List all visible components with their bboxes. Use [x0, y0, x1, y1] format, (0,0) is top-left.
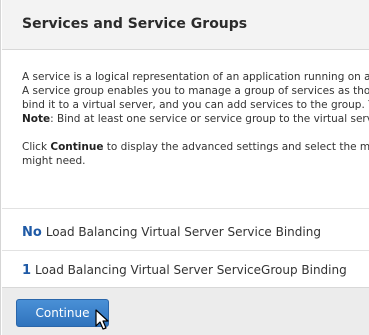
servicegroup-binding-label[interactable]: Load Balancing Virtual Server ServiceGro… [35, 263, 347, 277]
panel-title: Services and Service Groups [22, 16, 248, 32]
description-line: might need. [22, 155, 86, 167]
service-binding-label[interactable]: Load Balancing Virtual Server Service Bi… [46, 225, 321, 239]
panel-header: Services and Service Groups [2, 0, 369, 50]
description-line: A service is a logical representation of… [22, 71, 369, 83]
note-line: Note: Bind at least one service or servi… [22, 112, 369, 126]
click-continue-emphasis: Continue [50, 141, 104, 153]
description-line: A service group enables you to manage a … [22, 85, 369, 97]
service-binding-count[interactable]: No [22, 225, 42, 240]
servicegroup-binding-count[interactable]: 1 [22, 263, 31, 278]
divider [2, 208, 369, 209]
click-suffix: to display the advanced settings and sel… [103, 141, 369, 153]
servicegroup-binding-row[interactable]: 1 Load Balancing Virtual Server ServiceGr… [22, 260, 347, 280]
description-text: A service is a logical representation of… [22, 70, 369, 168]
note-text: : Bind at least one service or service g… [50, 113, 369, 125]
divider [2, 250, 369, 251]
description-line: bind it to a virtual server, and you can… [22, 99, 369, 111]
note-label: Note [22, 113, 51, 125]
panel-footer: Continue [2, 287, 369, 335]
click-prefix: Click [22, 141, 51, 153]
click-instruction-line: Click Continue to display the advanced s… [22, 140, 369, 154]
mouse-pointer-icon [95, 309, 109, 330]
services-panel: Services and Service Groups A service is… [0, 0, 369, 335]
service-binding-row[interactable]: No Load Balancing Virtual Server Service … [22, 222, 321, 242]
